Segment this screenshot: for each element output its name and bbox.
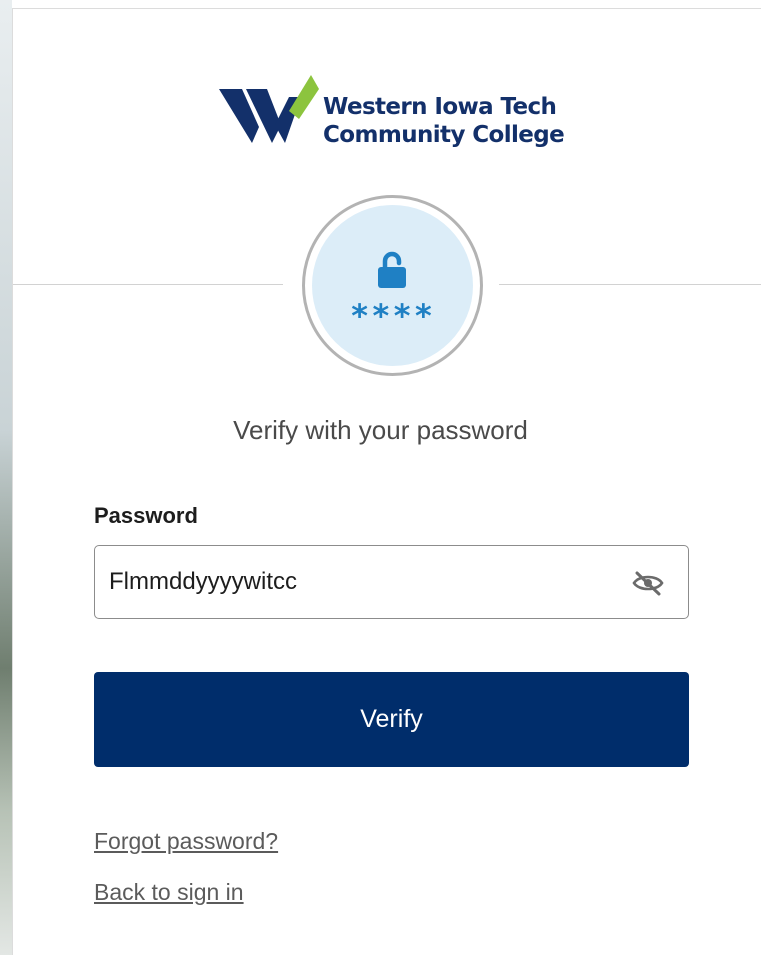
- witcc-logo-mark-icon: [219, 75, 319, 143]
- page-title: Verify with your password: [233, 415, 528, 445]
- badge-inner-circle: ****: [312, 205, 473, 366]
- divider-left: [13, 284, 283, 285]
- college-name-line1: Western Iowa Tech: [323, 94, 557, 120]
- password-factor-badge: ****: [302, 195, 483, 376]
- college-name-line2: Community College: [323, 122, 565, 148]
- college-name: Western Iowa Tech Community College: [323, 93, 565, 149]
- password-label: Password: [94, 503, 198, 528]
- password-input[interactable]: [95, 546, 615, 618]
- forgot-password-link[interactable]: Forgot password?: [94, 828, 278, 855]
- verify-button[interactable]: Verify: [94, 672, 689, 767]
- divider-right: [499, 284, 761, 285]
- college-logo: Western Iowa Tech Community College: [219, 67, 579, 157]
- password-field[interactable]: [94, 545, 689, 619]
- back-to-sign-in-link[interactable]: Back to sign in: [94, 879, 244, 906]
- padlock-unlocked-icon: [378, 251, 406, 288]
- auth-card: Western Iowa Tech Community College ****: [12, 8, 761, 955]
- eye-slash-icon[interactable]: [631, 570, 665, 596]
- page: Western Iowa Tech Community College ****…: [0, 0, 761, 955]
- password-stars: ****: [349, 297, 436, 335]
- background-edge: [0, 0, 12, 955]
